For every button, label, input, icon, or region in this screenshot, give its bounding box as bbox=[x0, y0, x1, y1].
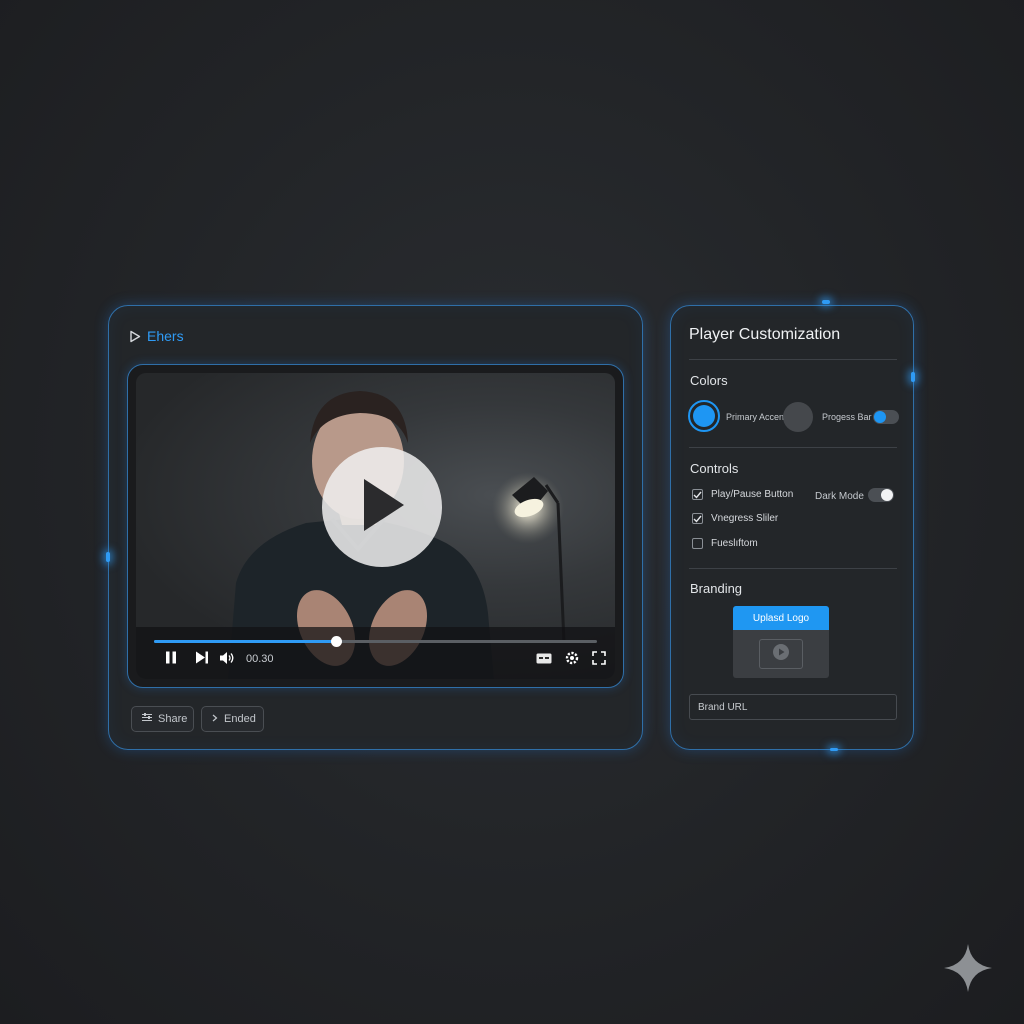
control-option[interactable]: Vnegress Sliler bbox=[692, 513, 778, 524]
progress-handle[interactable] bbox=[330, 636, 342, 647]
share-label: Share bbox=[158, 713, 188, 725]
fullscreen-button[interactable] bbox=[591, 650, 607, 670]
pause-icon bbox=[165, 651, 177, 669]
dark-mode-toggle[interactable] bbox=[868, 488, 894, 502]
time-display: 00.30 bbox=[246, 653, 274, 665]
brand-url-input[interactable] bbox=[689, 694, 897, 720]
customization-panel: Player Customization Colors Primary Acce… bbox=[670, 305, 914, 750]
glow-accent bbox=[911, 372, 915, 382]
toggle-knob bbox=[881, 489, 893, 501]
player-controls: 00.30 bbox=[136, 627, 615, 679]
checkbox[interactable] bbox=[692, 538, 703, 549]
play-outline-icon bbox=[129, 330, 141, 343]
glow-accent bbox=[106, 552, 110, 562]
checkmark-icon bbox=[693, 515, 702, 523]
progress-bar-label: Progess Bar bbox=[822, 412, 872, 422]
big-play-button[interactable] bbox=[322, 447, 442, 567]
fullscreen-icon bbox=[592, 650, 606, 670]
glow-accent bbox=[822, 300, 830, 304]
controls-heading: Controls bbox=[690, 461, 739, 476]
divider bbox=[689, 568, 897, 569]
chevron-right-icon bbox=[212, 713, 218, 725]
share-button[interactable]: Share bbox=[131, 706, 194, 732]
dark-mode-label: Dark Mode bbox=[815, 491, 864, 502]
checkbox[interactable] bbox=[692, 489, 703, 500]
control-option-label: Vnegress Sliler bbox=[711, 513, 779, 524]
sparkle-icon bbox=[942, 942, 994, 999]
glow-accent bbox=[830, 748, 838, 751]
video-frame: 00.30 bbox=[127, 364, 624, 688]
panel-title: Player Customization bbox=[689, 326, 841, 343]
progress-slider[interactable] bbox=[154, 636, 597, 647]
video-player-panel: Ehers 00.30 Share Ended bbox=[108, 305, 643, 750]
captions-icon bbox=[536, 651, 552, 669]
checkbox[interactable] bbox=[692, 513, 703, 524]
branding-heading: Branding bbox=[690, 581, 743, 596]
volume-icon bbox=[219, 651, 235, 670]
player-brand: Ehers bbox=[129, 328, 184, 344]
video-area[interactable]: 00.30 bbox=[136, 373, 615, 679]
ended-button[interactable]: Ended bbox=[201, 706, 264, 732]
play-circle-icon bbox=[772, 643, 790, 666]
divider bbox=[689, 359, 897, 360]
logo-upload: Uplasd Logo bbox=[733, 606, 829, 678]
ended-label: Ended bbox=[224, 713, 256, 725]
pause-button[interactable] bbox=[164, 651, 178, 669]
logo-preview bbox=[759, 639, 803, 669]
skip-next-button[interactable] bbox=[194, 651, 210, 669]
divider bbox=[689, 447, 897, 448]
primary-accent-label: Primary Accent bbox=[726, 412, 787, 422]
colors-heading: Colors bbox=[690, 373, 728, 388]
toggle-knob bbox=[874, 411, 886, 423]
primary-accent-color bbox=[693, 405, 715, 427]
progress-bar-toggle[interactable] bbox=[873, 410, 899, 424]
control-option-label: Fueslıftom bbox=[711, 538, 758, 549]
upload-logo-button[interactable]: Uplasd Logo bbox=[733, 606, 829, 630]
sliders-icon bbox=[142, 713, 152, 725]
player-brand-text: Ehers bbox=[147, 328, 184, 344]
secondary-color-swatch[interactable] bbox=[783, 402, 813, 432]
skip-next-icon bbox=[195, 651, 209, 669]
play-icon bbox=[356, 477, 408, 538]
primary-accent-swatch[interactable] bbox=[688, 400, 720, 432]
captions-button[interactable] bbox=[535, 652, 553, 668]
control-option[interactable]: Play/Pause Button bbox=[692, 489, 793, 500]
progress-fill bbox=[154, 640, 336, 643]
settings-icon bbox=[564, 650, 580, 671]
volume-button[interactable] bbox=[218, 651, 236, 670]
checkmark-icon bbox=[693, 491, 702, 499]
control-option[interactable]: Fueslıftom bbox=[692, 538, 758, 549]
control-option-label: Play/Pause Button bbox=[711, 489, 794, 500]
settings-button[interactable] bbox=[563, 650, 581, 671]
